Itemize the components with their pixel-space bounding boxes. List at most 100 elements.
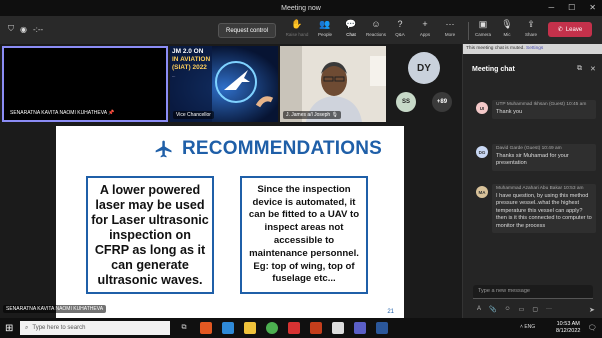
qa-icon: ? [397, 19, 403, 29]
camera-button[interactable]: ▣ Camera [470, 19, 496, 37]
teams-icon[interactable] [354, 322, 366, 334]
presenter-name: SENARATNA KAVITA NAOMI KUHATHEVA [3, 305, 107, 313]
hand-icon: ✋ [291, 19, 303, 29]
edge-icon[interactable] [222, 322, 234, 334]
participant-name: Vice Chancellor [173, 111, 214, 119]
word-icon[interactable] [376, 322, 388, 334]
people-button[interactable]: 👥 People [312, 19, 338, 37]
airplane-icon [155, 140, 172, 158]
format-icon[interactable]: A [477, 306, 481, 313]
reactions-button[interactable]: ☺ Reactions [363, 19, 389, 37]
leave-button[interactable]: ✆ Leave [548, 22, 592, 37]
compose-toolbar: A 📎 ☺ ▭ ▢ ··· [477, 306, 552, 313]
participant-tile-vice-chancellor[interactable]: JM 2.0 ON IN AVIATION (SIAT) 2022 ... Vi… [170, 46, 278, 122]
meeting-stage: SENARATNA KAVITA NAOMI KUHATHEVA 📌 JM 2.… [0, 44, 462, 319]
message-time: 10:45 am [566, 102, 587, 107]
people-icon: 👥 [319, 19, 331, 29]
raise-hand-button[interactable]: ✋ Raise hand [284, 19, 310, 37]
chrome-icon[interactable] [266, 322, 278, 334]
message-text: I have question, by using this method pr… [496, 192, 592, 229]
more-participants-button[interactable]: +89 [432, 92, 452, 112]
avatar: DG [476, 146, 488, 158]
mic-off-icon: 🎙 [331, 112, 338, 118]
title-bar: Meeting now ─ ☐ ✕ [0, 0, 602, 16]
search-icon: ⌕ [25, 324, 29, 331]
participant-tile-pinned[interactable]: SENARATNA KAVITA NAOMI KUHATHEVA 📌 [2, 46, 168, 122]
message-author: David Garde (Guest) [496, 146, 541, 151]
phone-icon: ✆ [557, 27, 563, 33]
avatar[interactable]: DY [408, 52, 440, 84]
meeting-toolbar: ⛉ ◉ -:-- Request control ✋ Raise hand 👥 … [0, 16, 602, 44]
avatar[interactable]: SS [396, 92, 416, 112]
notifications-icon[interactable]: 🗨 [586, 322, 598, 334]
pin-icon: 📌 [108, 110, 115, 116]
chat-title: Meeting chat [472, 66, 515, 73]
slide-recommendation-1: A lower powered laser may be used for La… [86, 176, 214, 294]
chat-compose-input[interactable]: Type a new message [473, 285, 593, 299]
emoji-icon[interactable]: ☺ [505, 306, 511, 313]
gif-icon[interactable]: ▭ [519, 306, 525, 313]
mic-button[interactable]: 🎙 Mic [494, 19, 520, 37]
settings-link[interactable]: Settings [526, 46, 543, 51]
share-button[interactable]: ⇪ Share [518, 19, 544, 37]
message-time: 10:49 am [541, 146, 562, 151]
chat-muted-banner: This meeting chat is muted. Settings [463, 44, 602, 54]
sticker-icon[interactable]: ▢ [532, 306, 538, 313]
message-text: Thank you [496, 108, 523, 115]
apps-icon: + [422, 19, 428, 29]
taskbar-search[interactable]: ⌕ Type here to search [20, 321, 170, 335]
chat-button[interactable]: 💬 Chat [338, 19, 364, 37]
avatar: UI [476, 102, 488, 114]
windows-start-icon[interactable]: ⊞ [5, 323, 13, 334]
minimize-icon[interactable]: ─ [548, 3, 554, 12]
slide-recommendation-2: Since the inspection device is automated… [240, 176, 368, 294]
file-explorer-icon[interactable] [244, 322, 256, 334]
send-icon[interactable]: ➤ [589, 306, 595, 314]
slide-heading: RECOMMENDATIONS [154, 138, 382, 160]
window-controls: ─ ☐ ✕ [548, 3, 596, 12]
request-control-button[interactable]: Request control [218, 23, 276, 38]
shared-slide: RECOMMENDATIONS A lower powered laser ma… [56, 126, 404, 319]
apps-button[interactable]: + Apps [412, 19, 438, 37]
toolbar-divider [468, 22, 469, 40]
mic-icon: 🎙 [501, 19, 513, 29]
system-tray[interactable]: ˄ ENG [520, 324, 535, 330]
chat-icon: 💬 [345, 19, 357, 29]
powerpoint-icon[interactable] [310, 322, 322, 334]
attach-icon[interactable]: 📎 [489, 306, 496, 313]
qa-button[interactable]: ? Q&A [387, 19, 413, 37]
participant-tile-james[interactable]: J. James a/l Joseph 🎙 [280, 46, 386, 122]
task-view-icon[interactable]: ⧉ [178, 322, 190, 334]
more-options-icon[interactable]: ··· [546, 306, 552, 313]
avatar: MA [476, 186, 488, 198]
close-icon[interactable]: ✕ [589, 3, 596, 12]
participant-name: J. James a/l Joseph 🎙 [283, 111, 341, 119]
acrobat-icon[interactable] [288, 322, 300, 334]
close-icon[interactable]: ✕ [590, 65, 596, 73]
message-author: UTP Muhammad Ikhsan (Guest) [496, 102, 565, 107]
message-text: Thanks sir Muhamad for your presentation [496, 152, 569, 167]
maximize-icon[interactable]: ☐ [568, 3, 575, 12]
taskbar-clock[interactable]: 10:53 AM 8/12/2022 [556, 321, 580, 335]
chevron-up-icon[interactable]: ˄ [520, 324, 523, 330]
language-indicator[interactable]: ENG [524, 324, 535, 330]
reactions-icon: ☺ [371, 19, 381, 29]
shield-icon: ⛉ [8, 24, 14, 33]
message-author: Muhammad Azahari Abu Bakar [496, 186, 563, 191]
message-time: 10:53 am [563, 186, 584, 191]
popout-icon[interactable]: ⧉ [577, 65, 582, 73]
camera-icon: ▣ [478, 19, 488, 29]
meeting-timer: -:-- [32, 24, 44, 34]
window-title: Meeting now [281, 4, 321, 12]
record-icon: ◉ [20, 24, 27, 34]
photos-icon[interactable] [332, 322, 344, 334]
share-icon: ⇪ [527, 19, 535, 29]
meeting-status: ⛉ ◉ -:-- [8, 24, 43, 34]
meeting-chat-panel: This meeting chat is muted. Settings Mee… [462, 44, 602, 318]
firefox-icon[interactable] [200, 322, 212, 334]
participant-name: SENARATNA KAVITA NAOMI KUHATHEVA 📌 [7, 109, 118, 117]
more-icon: ··· [445, 19, 455, 29]
more-button[interactable]: ··· More [437, 19, 463, 37]
banner-text: JM 2.0 ON IN AVIATION (SIAT) 2022 ... [172, 48, 211, 78]
slide-title: RECOMMENDATIONS [182, 138, 383, 159]
